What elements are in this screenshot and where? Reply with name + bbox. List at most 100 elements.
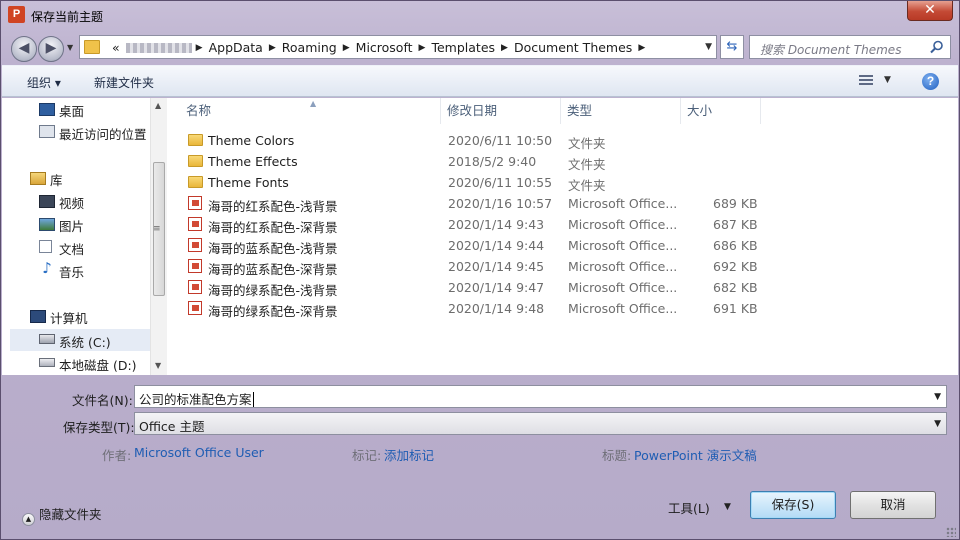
tools-dropdown-icon[interactable]: ▼ <box>724 502 731 512</box>
breadcrumb-overflow[interactable]: « <box>108 40 124 55</box>
resize-grip[interactable] <box>946 527 956 537</box>
breadcrumb-document-themes[interactable]: Document Themes <box>510 40 636 55</box>
view-options-icon[interactable] <box>859 75 873 87</box>
file-type: 文件夹 <box>568 136 606 151</box>
theme-file-icon <box>188 196 202 210</box>
tools-menu-button[interactable]: 工具(L) <box>668 498 710 517</box>
folder-icon <box>188 155 203 167</box>
nav-item-videos[interactable]: 视频 <box>59 193 84 212</box>
nav-item-drive-c[interactable]: 系统 (C:) <box>59 332 111 351</box>
column-header-size[interactable]: 大小 <box>681 98 761 124</box>
column-header-date[interactable]: 修改日期 <box>441 98 561 124</box>
breadcrumb-microsoft[interactable]: Microsoft <box>352 40 417 55</box>
file-row[interactable]: Theme Fonts 2020/6/11 10:55 文件夹 <box>168 172 768 193</box>
theme-file-icon <box>188 280 202 294</box>
title-value[interactable]: PowerPoint 演示文稿 <box>634 445 757 464</box>
savetype-value: Office 主题 <box>139 419 205 434</box>
refresh-button[interactable]: ⇆ <box>720 35 744 59</box>
nav-item-music[interactable]: 音乐 <box>59 262 84 281</box>
filename-field[interactable]: 公司的标准配色方案 ▼ <box>134 385 947 408</box>
file-row[interactable]: 海哥的蓝系配色-浅背景 2020/1/14 9:44 Microsoft Offic… <box>168 235 768 256</box>
hide-folders-toggle[interactable]: ▲ 隐藏文件夹 <box>22 504 102 526</box>
savetype-select[interactable]: Office 主题 ▼ <box>134 412 947 435</box>
file-date: 2020/1/14 9:48 <box>448 301 545 316</box>
filename-label: 文件名(N): <box>72 393 133 408</box>
author-value[interactable]: Microsoft Office User <box>134 445 264 460</box>
savetype-label: 保存类型(T): <box>63 420 135 435</box>
chevron-right-icon[interactable]: ▶ <box>194 43 205 53</box>
file-row[interactable]: Theme Effects 2018/5/2 9:40 文件夹 <box>168 151 768 172</box>
nav-item-desktop[interactable]: 桌面 <box>59 101 84 120</box>
breadcrumb: « ▶ AppData ▶ Roaming ▶ Microsoft ▶ Temp… <box>108 40 647 55</box>
file-name: Theme Effects <box>208 154 298 169</box>
filename-dropdown-icon[interactable]: ▼ <box>934 392 941 402</box>
file-row[interactable]: 海哥的绿系配色-深背景 2020/1/14 9:48 Microsoft Offic… <box>168 298 768 319</box>
nav-item-drive-d[interactable]: 本地磁盘 (D:) <box>59 355 137 374</box>
powerpoint-app-icon: P <box>8 6 25 23</box>
file-size: 682 KB <box>713 280 758 295</box>
nav-item-documents[interactable]: 文档 <box>59 239 84 258</box>
nav-item-recent-places[interactable]: 最近访问的位置 <box>59 124 147 143</box>
chevron-right-icon[interactable]: ▶ <box>499 43 510 53</box>
file-date: 2020/1/14 9:47 <box>448 280 545 295</box>
back-button[interactable]: ◀ <box>11 36 37 62</box>
address-bar[interactable]: « ▶ AppData ▶ Roaming ▶ Microsoft ▶ Temp… <box>79 35 717 59</box>
drive-d-icon <box>39 358 55 367</box>
theme-file-icon <box>188 217 202 231</box>
pictures-icon <box>39 218 55 231</box>
file-row[interactable]: 海哥的红系配色-浅背景 2020/1/16 10:57 Microsoft Offi… <box>168 193 768 214</box>
save-form: 文件名(N): 公司的标准配色方案 ▼ 保存类型(T): Office 主题 ▼… <box>2 377 958 539</box>
chevron-right-icon[interactable]: ▶ <box>417 43 428 53</box>
address-history-dropdown-icon[interactable]: ▼ <box>705 42 712 52</box>
search-icon[interactable] <box>930 40 944 54</box>
drive-c-icon <box>39 334 55 344</box>
column-header-name[interactable]: 名称 ▲ <box>180 98 441 124</box>
breadcrumb-roaming[interactable]: Roaming <box>278 40 341 55</box>
new-folder-button[interactable]: 新建文件夹 <box>94 74 154 91</box>
recent-locations-dropdown-icon[interactable]: ▼ <box>67 43 73 52</box>
cancel-button[interactable]: 取消 <box>850 491 936 519</box>
savetype-dropdown-icon[interactable]: ▼ <box>934 419 941 429</box>
folder-icon <box>188 176 203 188</box>
help-icon[interactable]: ? <box>922 73 939 90</box>
nav-item-computer[interactable]: 计算机 <box>50 308 88 327</box>
column-header-type[interactable]: 类型 <box>561 98 681 124</box>
file-type: Microsoft Office... <box>568 196 678 211</box>
file-date: 2020/1/14 9:43 <box>448 217 545 232</box>
nav-item-pictures[interactable]: 图片 <box>59 216 84 235</box>
chevron-right-icon[interactable]: ▶ <box>636 43 647 53</box>
navigation-scrollbar[interactable]: ▲ ≡ ▼ <box>150 98 167 375</box>
file-name: 海哥的绿系配色-浅背景 <box>208 283 338 298</box>
view-dropdown-icon[interactable]: ▼ <box>884 75 891 85</box>
file-type: Microsoft Office... <box>568 280 678 295</box>
nav-item-libraries[interactable]: 库 <box>50 170 63 189</box>
file-size: 692 KB <box>713 259 758 274</box>
forward-button[interactable]: ▶ <box>38 36 64 62</box>
organize-menu-button[interactable]: 组织 ▾ <box>27 74 61 91</box>
collapse-up-icon: ▲ <box>22 513 35 526</box>
file-date: 2020/1/14 9:44 <box>448 238 545 253</box>
file-date: 2018/5/2 9:40 <box>448 154 537 169</box>
scroll-up-icon[interactable]: ▲ <box>155 101 161 110</box>
chevron-right-icon[interactable]: ▶ <box>341 43 352 53</box>
file-size: 687 KB <box>713 217 758 232</box>
tags-value[interactable]: 添加标记 <box>384 445 434 464</box>
file-row[interactable]: 海哥的红系配色-深背景 2020/1/14 9:43 Microsoft Offic… <box>168 214 768 235</box>
command-toolbar: 组织 ▾ 新建文件夹 ▼ ? <box>2 65 958 97</box>
filename-value: 公司的标准配色方案 <box>139 392 252 407</box>
search-input[interactable]: 搜索 Document Themes <box>749 35 951 59</box>
close-button[interactable]: ✕ <box>907 1 953 21</box>
breadcrumb-templates[interactable]: Templates <box>427 40 499 55</box>
libraries-icon <box>30 172 46 185</box>
file-row[interactable]: 海哥的蓝系配色-深背景 2020/1/14 9:45 Microsoft Offic… <box>168 256 768 277</box>
folder-icon <box>84 40 100 54</box>
chevron-right-icon[interactable]: ▶ <box>267 43 278 53</box>
file-row[interactable]: 海哥的绿系配色-浅背景 2020/1/14 9:47 Microsoft Offic… <box>168 277 768 298</box>
file-row[interactable]: Theme Colors 2020/6/11 10:50 文件夹 <box>168 130 768 151</box>
scroll-down-icon[interactable]: ▼ <box>155 361 161 370</box>
file-type: Microsoft Office... <box>568 217 678 232</box>
save-button[interactable]: 保存(S) <box>750 491 836 519</box>
file-name: 海哥的红系配色-浅背景 <box>208 199 338 214</box>
breadcrumb-appdata[interactable]: AppData <box>205 40 267 55</box>
title-label: 标题: <box>602 448 632 463</box>
